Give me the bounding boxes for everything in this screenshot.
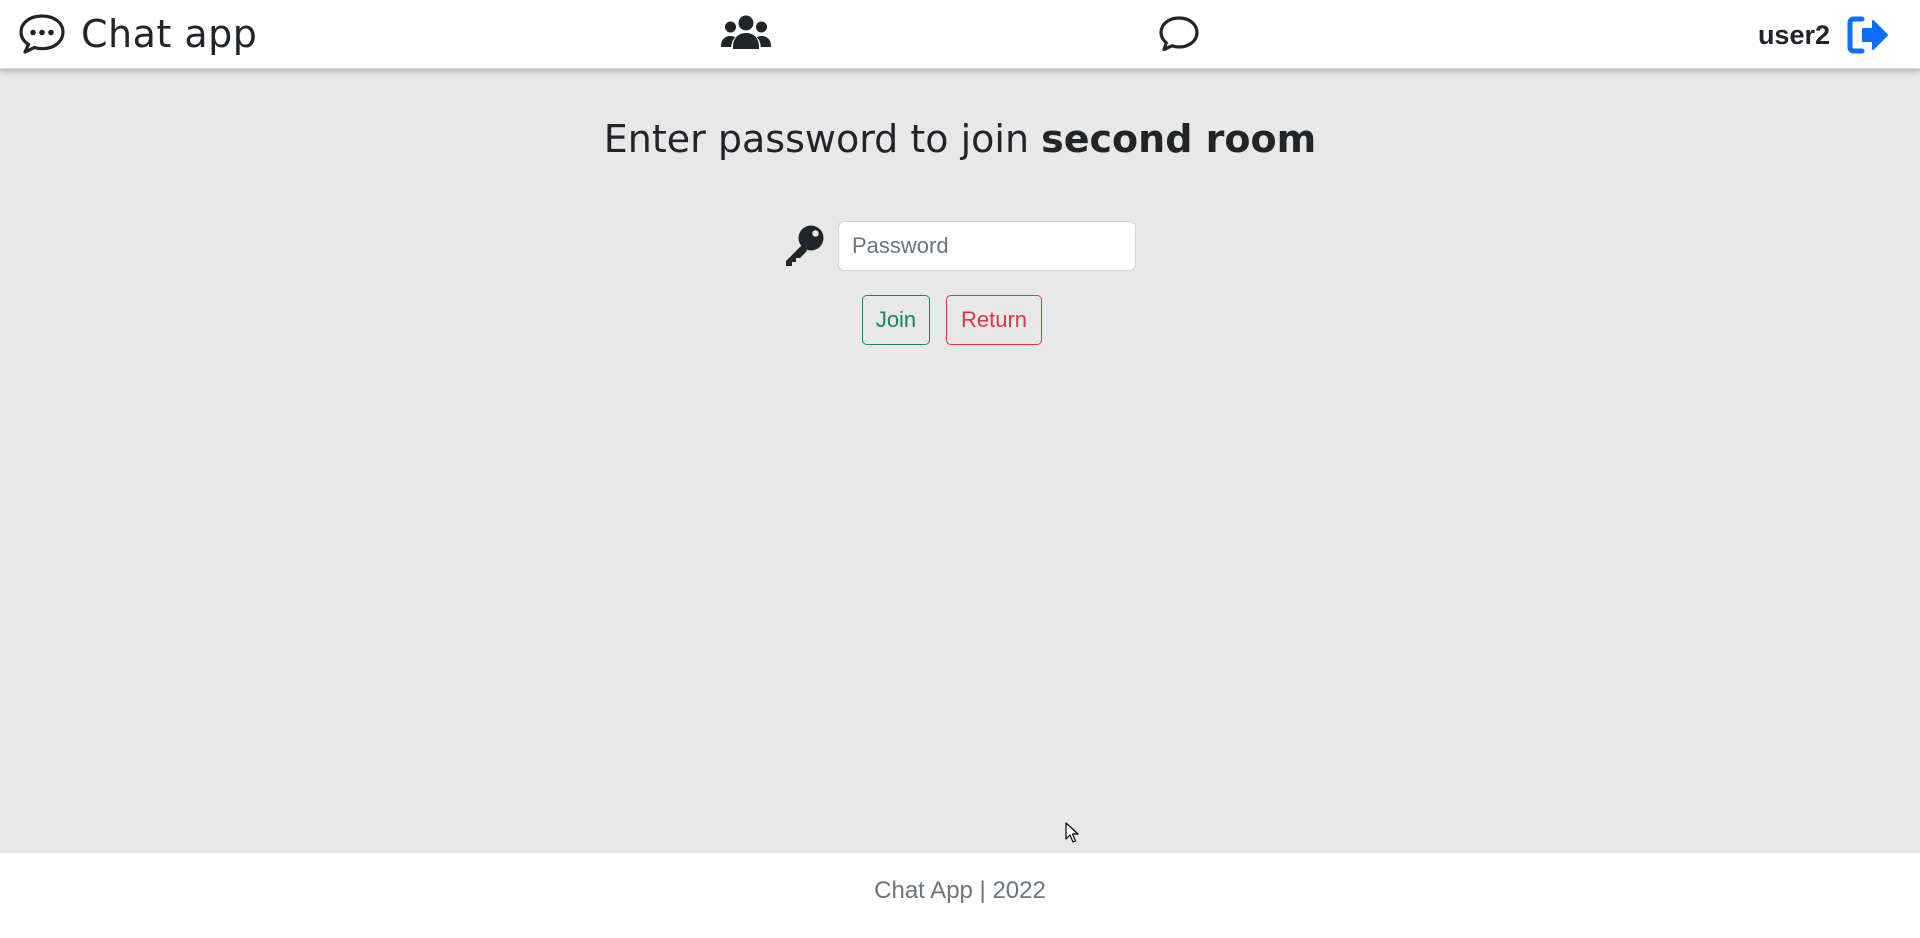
- navbar: Chat app user2: [0, 0, 1920, 69]
- chat-icon: [1159, 16, 1199, 52]
- chat-bubble-dots-icon: [19, 14, 65, 54]
- brand-title: Chat app: [81, 12, 258, 56]
- footer: Chat App | 2022: [0, 853, 1920, 938]
- mouse-cursor-icon: [1065, 822, 1079, 843]
- main-content: Enter password to join second room Join …: [0, 69, 1920, 853]
- users-nav-link[interactable]: [718, 12, 774, 56]
- return-button[interactable]: Return: [946, 295, 1042, 345]
- key-icon: [786, 225, 824, 266]
- brand-link[interactable]: Chat app: [18, 10, 257, 58]
- button-row: Join Return: [862, 295, 1042, 345]
- chat-nav-link[interactable]: [1156, 12, 1202, 56]
- password-row: [780, 221, 1136, 271]
- join-button[interactable]: Join: [862, 295, 930, 345]
- logout-icon[interactable]: [1846, 15, 1890, 55]
- page-title: Enter password to join second room: [0, 117, 1920, 161]
- room-name: second room: [1041, 117, 1317, 161]
- password-input[interactable]: [838, 221, 1136, 271]
- footer-text: Chat App | 2022: [874, 876, 1046, 904]
- username: user2: [1757, 19, 1830, 50]
- heading-prefix: Enter password to join: [603, 117, 1042, 161]
- users-icon: [721, 15, 771, 49]
- user-area: user2: [1758, 12, 1890, 58]
